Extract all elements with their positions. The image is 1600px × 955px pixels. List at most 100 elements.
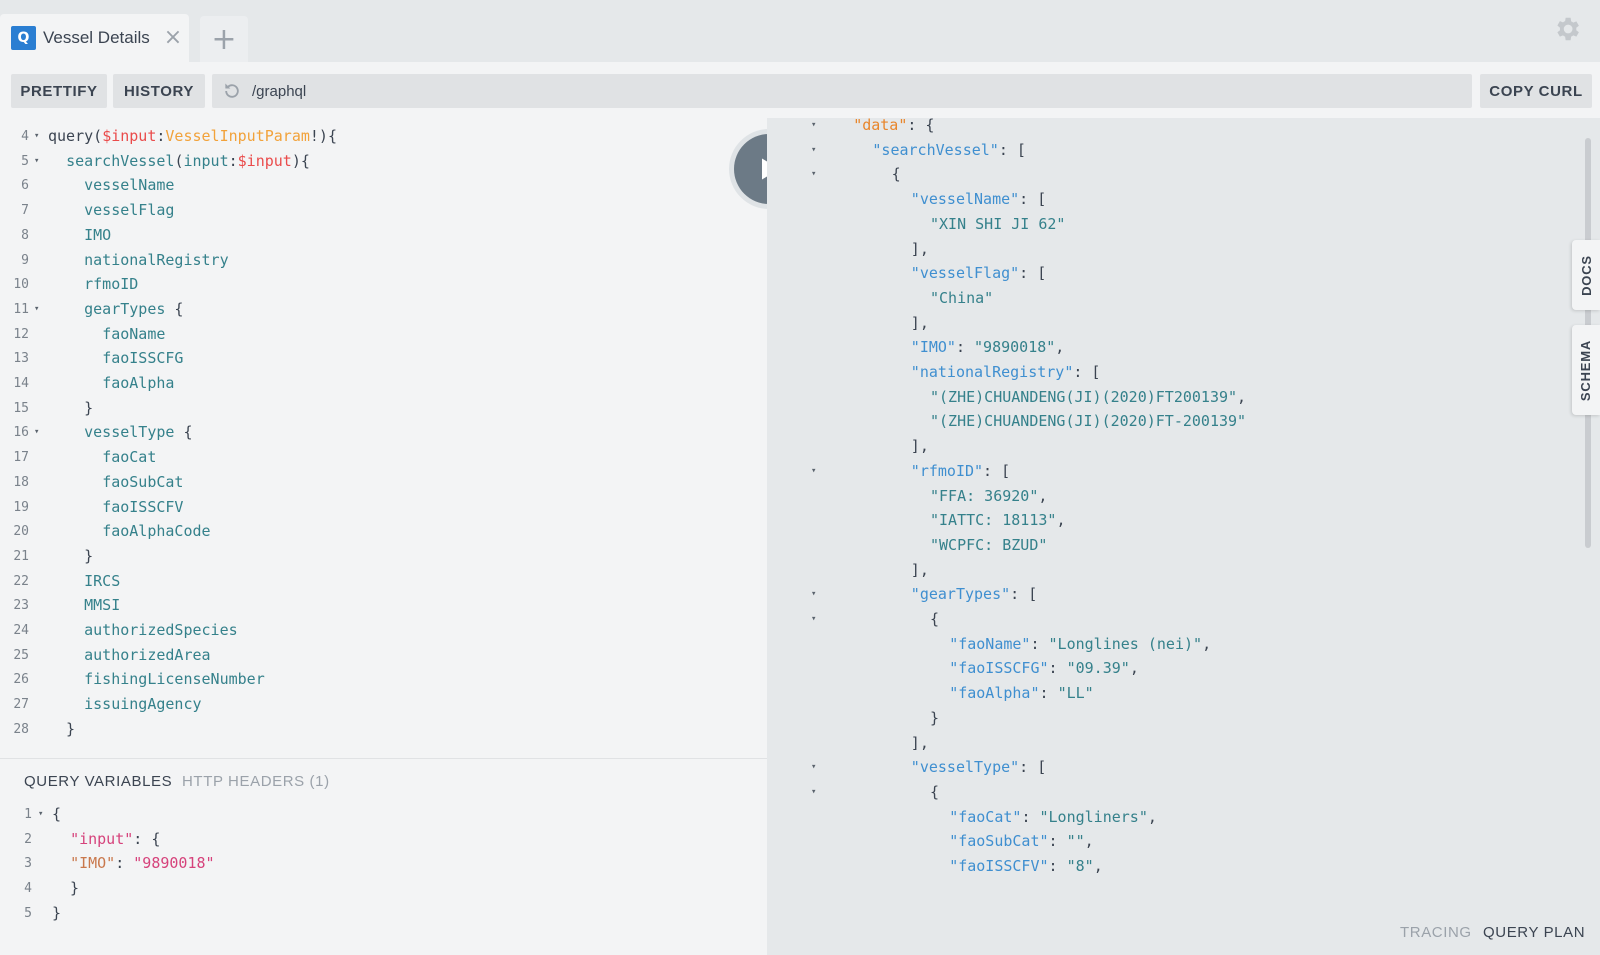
result-line: ▾ "gearTypes": [ bbox=[767, 582, 1600, 607]
editor-line[interactable]: 26 fishingLicenseNumber bbox=[0, 667, 767, 692]
line-number: 28 bbox=[13, 721, 29, 737]
editor-line[interactable]: 14 faoAlpha bbox=[0, 371, 767, 396]
code-token: "vesselFlag" bbox=[910, 264, 1020, 283]
code-token: , bbox=[1084, 832, 1094, 851]
json-text: "faoSubCat": "", bbox=[949, 829, 1094, 854]
fold-toggle-icon[interactable]: ▾ bbox=[34, 297, 39, 322]
fold-toggle-icon[interactable]: ▾ bbox=[811, 755, 816, 780]
fold-toggle-icon[interactable]: ▾ bbox=[34, 124, 39, 149]
prettify-button[interactable]: PRETTIFY bbox=[11, 74, 107, 108]
editor-line[interactable]: 12 faoName bbox=[0, 322, 767, 347]
editor-line[interactable]: 4 ▾ query($input:VesselInputParam!){ bbox=[0, 124, 767, 149]
editor-line[interactable]: 27 issuingAgency bbox=[0, 692, 767, 717]
editor-line[interactable]: 21 } bbox=[0, 544, 767, 569]
editor-line[interactable]: 18 faoSubCat bbox=[0, 470, 767, 495]
refresh-icon[interactable] bbox=[222, 81, 242, 101]
copy-curl-button[interactable]: COPY CURL bbox=[1480, 74, 1592, 108]
tab-vessel-details[interactable]: Q Vessel Details × bbox=[0, 14, 189, 62]
close-icon[interactable]: × bbox=[164, 27, 182, 49]
code-token: : bbox=[955, 338, 975, 357]
json-text: ], bbox=[911, 237, 929, 262]
fold-toggle-icon[interactable]: ▾ bbox=[811, 582, 816, 607]
fold-toggle-icon[interactable]: ▾ bbox=[38, 802, 43, 827]
fold-toggle-icon[interactable]: ▾ bbox=[811, 118, 816, 138]
query-plan-button[interactable]: QUERY PLAN bbox=[1483, 924, 1585, 941]
query-editor[interactable]: 4 ▾ query($input:VesselInputParam!){5 ▾ sea… bbox=[0, 118, 767, 758]
variables-line[interactable]: 3 "IMO": "9890018" bbox=[0, 851, 767, 876]
code-text: IMO bbox=[48, 223, 111, 248]
line-number: 23 bbox=[13, 598, 29, 614]
editor-line[interactable]: 15 } bbox=[0, 396, 767, 421]
line-number: 26 bbox=[13, 672, 29, 688]
code-token: "9890018" bbox=[133, 854, 215, 873]
editor-line[interactable]: 11 ▾ gearTypes { bbox=[0, 297, 767, 322]
tab-http-headers[interactable]: HTTP HEADERS (1) bbox=[182, 773, 330, 790]
fold-toggle-icon[interactable]: ▾ bbox=[811, 780, 816, 805]
editor-line[interactable]: 25 authorizedArea bbox=[0, 643, 767, 668]
json-text: "faoISSCFV": "8", bbox=[949, 854, 1103, 879]
json-text: "faoName": "Longlines (nei)", bbox=[949, 632, 1211, 657]
editor-line[interactable]: 20 faoAlphaCode bbox=[0, 519, 767, 544]
editor-line[interactable]: 16 ▾ vesselType { bbox=[0, 420, 767, 445]
tab-query-variables[interactable]: QUERY VARIABLES bbox=[24, 773, 172, 790]
fold-toggle-icon[interactable]: ▾ bbox=[811, 607, 816, 632]
endpoint-url-bar[interactable]: /graphql bbox=[212, 74, 1472, 108]
variables-line[interactable]: 2 "input": { bbox=[0, 827, 767, 852]
editor-line[interactable]: 13 faoISSCFG bbox=[0, 346, 767, 371]
editor-line[interactable]: 22 IRCS bbox=[0, 569, 767, 594]
code-text: } bbox=[52, 876, 79, 901]
editor-line[interactable]: 7 vesselFlag bbox=[0, 198, 767, 223]
editor-line[interactable]: 10 rfmoID bbox=[0, 272, 767, 297]
line-number: 8 bbox=[21, 227, 29, 243]
code-token: "gearTypes" bbox=[910, 585, 1011, 604]
json-text: "vesselName": [ bbox=[911, 187, 1046, 212]
code-token: } bbox=[52, 903, 62, 922]
gear-icon[interactable] bbox=[1552, 14, 1582, 44]
tracing-button[interactable]: TRACING bbox=[1400, 924, 1472, 941]
schema-tab[interactable]: SCHEMA bbox=[1572, 325, 1600, 415]
json-text: "FFA: 36920", bbox=[930, 484, 1047, 509]
fold-toggle-icon[interactable]: ▾ bbox=[34, 420, 39, 445]
line-number: 6 bbox=[21, 178, 29, 194]
history-button[interactable]: HISTORY bbox=[113, 74, 205, 108]
code-text: rfmoID bbox=[48, 272, 138, 297]
fold-toggle-icon[interactable]: ▾ bbox=[811, 138, 816, 163]
fold-toggle-icon[interactable]: ▾ bbox=[34, 149, 39, 174]
editor-line[interactable]: 17 faoCat bbox=[0, 445, 767, 470]
code-text: faoName bbox=[48, 322, 165, 347]
line-number: 20 bbox=[13, 524, 29, 540]
editor-line[interactable]: 8 IMO bbox=[0, 223, 767, 248]
docs-tab[interactable]: DOCS bbox=[1572, 240, 1600, 310]
variables-line[interactable]: 5} bbox=[0, 901, 767, 926]
editor-line[interactable]: 28 } bbox=[0, 717, 767, 742]
result-line: ▾ "rfmoID": [ bbox=[767, 459, 1600, 484]
result-line: "XIN SHI JI 62" bbox=[767, 212, 1600, 237]
fold-toggle-icon[interactable]: ▾ bbox=[811, 459, 816, 484]
editor-line[interactable]: 23 MMSI bbox=[0, 593, 767, 618]
editor-line[interactable]: 24 authorizedSpecies bbox=[0, 618, 767, 643]
json-text: "vesselFlag": [ bbox=[911, 261, 1046, 286]
variables-line[interactable]: 1 ▾ { bbox=[0, 802, 767, 827]
code-token: "8" bbox=[1066, 857, 1094, 875]
code-token: !){ bbox=[309, 127, 337, 145]
line-number: 3 bbox=[24, 856, 32, 872]
editor-line[interactable]: 5 ▾ searchVessel(input:$input){ bbox=[0, 149, 767, 174]
json-text: "(ZHE)CHUANDENG(JI)(2020)FT-200139" bbox=[930, 409, 1246, 434]
editor-line[interactable]: 19 faoISSCFV bbox=[0, 495, 767, 520]
code-token: authorizedSpecies bbox=[84, 621, 238, 639]
result-line: "(ZHE)CHUANDENG(JI)(2020)FT-200139" bbox=[767, 409, 1600, 434]
editor-line[interactable]: 6 vesselName bbox=[0, 173, 767, 198]
fold-toggle-icon[interactable]: ▾ bbox=[811, 162, 816, 187]
variables-line[interactable]: 4 } bbox=[0, 876, 767, 901]
add-tab-button[interactable]: + bbox=[200, 16, 248, 62]
code-text: faoAlpha bbox=[48, 371, 174, 396]
code-text: nationalRegistry bbox=[48, 248, 229, 273]
editor-line[interactable]: 9 nationalRegistry bbox=[0, 248, 767, 273]
code-text: vesselType { bbox=[48, 420, 192, 445]
